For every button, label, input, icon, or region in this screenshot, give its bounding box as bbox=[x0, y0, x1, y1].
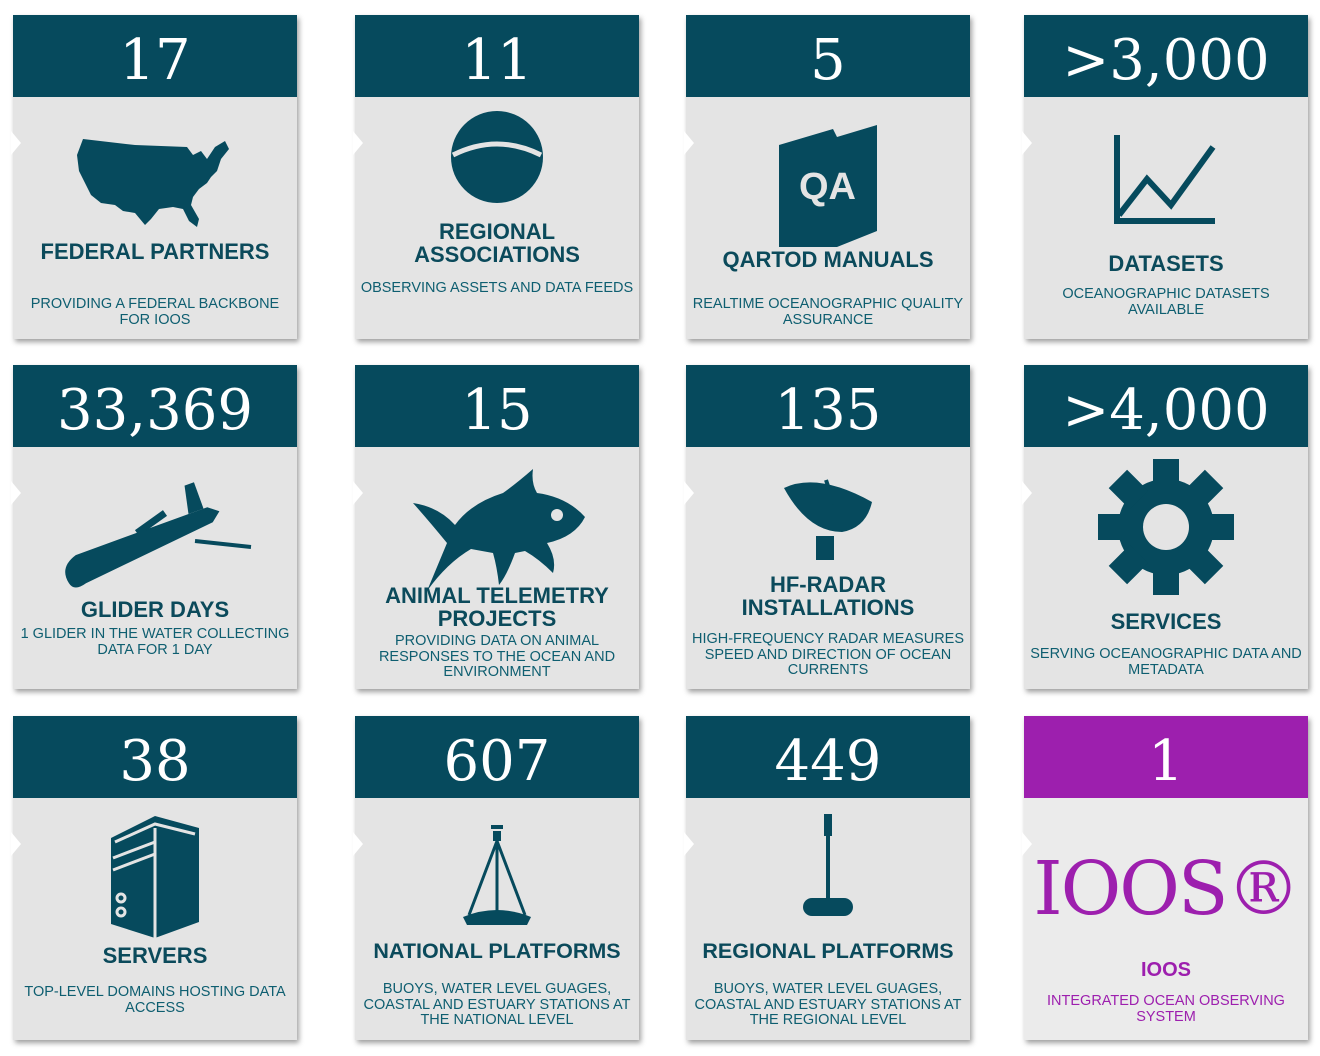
card-description: PROVIDING DATA ON ANIMAL RESPONSES TO TH… bbox=[378, 633, 616, 680]
card-title: FEDERAL PARTNERS bbox=[40, 239, 270, 264]
card-description: BUOYS, WATER LEVEL GUAGES, COASTAL AND E… bbox=[694, 981, 962, 1028]
card-title: ANIMAL TELEMETRY PROJECTS bbox=[385, 583, 609, 631]
server-icon bbox=[13, 812, 297, 940]
stat-number: 15 bbox=[461, 378, 533, 443]
stat-number: 5 bbox=[810, 28, 846, 93]
stat-number: 17 bbox=[119, 28, 191, 93]
glider-icon bbox=[13, 469, 297, 599]
card-title: QARTOD MANUALS bbox=[722, 247, 934, 272]
card-description: INTEGRATED OCEAN OBSERVING SYSTEM bbox=[1047, 993, 1285, 1025]
card-description: OBSERVING ASSETS AND DATA FEEDS bbox=[360, 280, 634, 296]
card-title: HF-RADAR INSTALLATIONS bbox=[741, 572, 915, 620]
ioos-logo-text: IOOS® bbox=[1033, 846, 1300, 932]
stat-card-qartod-manuals: 5 QA QARTOD MANUALS REALTIME OCEANOGRAPH… bbox=[684, 15, 970, 339]
sphere-icon bbox=[355, 107, 639, 207]
stat-number: >4,000 bbox=[1062, 378, 1270, 443]
stat-number: 135 bbox=[774, 378, 882, 443]
line-chart-icon bbox=[1024, 129, 1308, 229]
card-title: REGIONAL ASSOCIATIONS bbox=[414, 219, 580, 267]
card-description: 1 GLIDER IN THE WATER COLLECTING DATA FO… bbox=[20, 626, 290, 658]
card-title: DATASETS bbox=[1108, 251, 1224, 276]
card-description: TOP-LEVEL DOMAINS HOSTING DATA ACCESS bbox=[24, 984, 286, 1016]
stat-card-federal-partners: 17 FEDERAL PARTNERS PROVIDING A FEDERAL … bbox=[11, 15, 297, 339]
stat-number: 38 bbox=[119, 729, 191, 794]
stat-card-servers: 38 SERVERS TOP-LEVEL DOMAINS HOSTING DAT… bbox=[11, 716, 297, 1040]
stat-number: 11 bbox=[461, 28, 533, 93]
card-title: REGIONAL PLATFORMS bbox=[702, 939, 954, 963]
stat-number: >3,000 bbox=[1062, 28, 1270, 93]
stat-number: 607 bbox=[443, 729, 551, 794]
stat-card-regional-platforms: 449 REGIONAL PLATFORMS BUOYS, WATER LEVE… bbox=[684, 716, 970, 1040]
ioos-logo: IOOS® bbox=[1024, 844, 1308, 934]
card-title: IOOS bbox=[1140, 959, 1191, 981]
stat-card-hf-radar: 135 HF-RADAR INSTALLATIONS HIGH-FREQUENC… bbox=[684, 365, 970, 689]
card-title: SERVERS bbox=[102, 943, 208, 968]
qa-text: QA bbox=[799, 166, 856, 208]
stat-card-national-platforms: 607 NATIONAL PLATFORMS BUOYS, WATER LEVE… bbox=[353, 716, 639, 1040]
card-description: PROVIDING A FEDERAL BACKBONE FOR IOOS bbox=[30, 296, 280, 328]
card-description: HIGH-FREQUENCY RADAR MEASURES SPEED AND … bbox=[691, 631, 965, 678]
card-title: SERVICES bbox=[1110, 609, 1222, 634]
gear-icon bbox=[1024, 457, 1308, 597]
card-description: OCEANOGRAPHIC DATASETS AVAILABLE bbox=[1062, 286, 1270, 318]
card-description: BUOYS, WATER LEVEL GUAGES, COASTAL AND E… bbox=[363, 981, 631, 1028]
card-description: REALTIME OCEANOGRAPHIC QUALITY ASSURANCE bbox=[692, 296, 964, 328]
qa-manual-icon: QA bbox=[686, 119, 970, 253]
stat-card-animal-telemetry: 15 ANIMAL TELEMETRY PROJECTS PROVIDING D… bbox=[353, 365, 639, 689]
stat-card-ioos: 1 IOOS® IOOS INTEGRATED OCEAN OBSERVING … bbox=[1022, 716, 1308, 1040]
radar-dish-icon bbox=[686, 475, 970, 565]
card-description: SERVING OCEANOGRAPHIC DATA AND METADATA bbox=[1030, 646, 1302, 678]
card-title: NATIONAL PLATFORMS bbox=[373, 939, 621, 963]
card-title: GLIDER DAYS bbox=[80, 597, 230, 622]
fish-icon bbox=[355, 463, 639, 599]
stat-card-datasets: >3,000 DATASETS OCEANOGRAPHIC DATASETS A… bbox=[1022, 15, 1308, 339]
buoy-platform-icon bbox=[355, 822, 639, 932]
stat-card-glider-days: 33,369 GLIDER DAYS 1 GLIDER IN THE WATER… bbox=[11, 365, 297, 689]
stat-number: 449 bbox=[774, 729, 882, 794]
stat-number: 33,369 bbox=[57, 378, 253, 443]
pole-platform-icon bbox=[686, 810, 970, 922]
stat-card-regional-associations: 11 REGIONAL ASSOCIATIONS OBSERVING ASSET… bbox=[353, 15, 639, 339]
usa-map-icon bbox=[13, 127, 297, 239]
stat-number: 1 bbox=[1148, 729, 1184, 794]
stat-card-services: >4,000 SERVICES SERVING OCEANOGRAPHIC DA… bbox=[1022, 365, 1308, 689]
